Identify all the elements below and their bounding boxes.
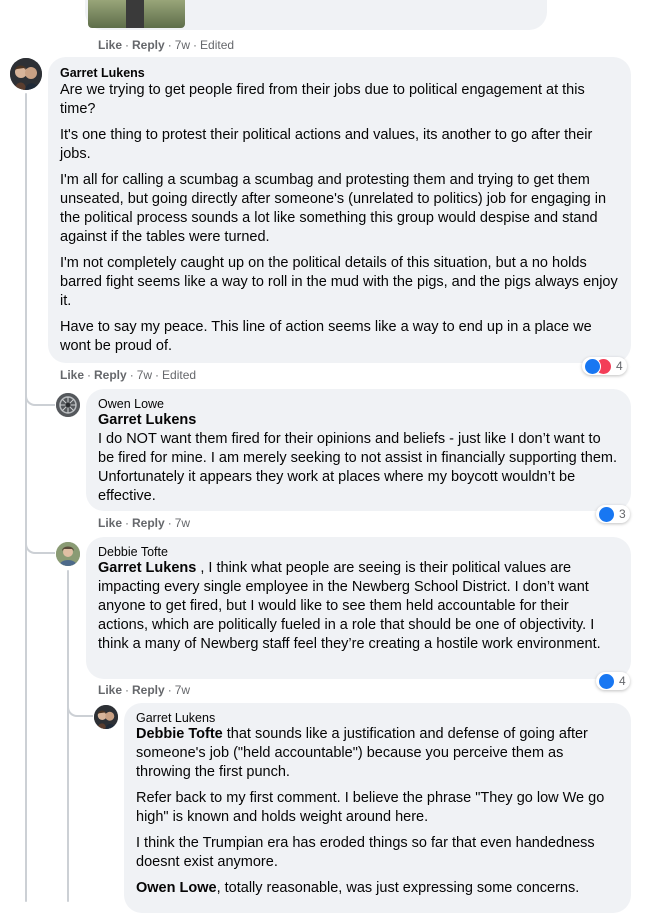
- timestamp[interactable]: 7w: [175, 38, 190, 52]
- comment-actions: Like · Reply · 7w: [98, 683, 191, 697]
- reaction-count: 4: [619, 674, 626, 688]
- reply-link[interactable]: Reply: [132, 683, 165, 697]
- comment-paragraph: I think the Trumpian era has eroded thin…: [136, 835, 595, 870]
- comment-author[interactable]: Garret Lukens: [136, 711, 619, 725]
- mention-link[interactable]: Garret Lukens: [98, 560, 196, 576]
- like-link[interactable]: Like: [98, 683, 122, 697]
- reactions-summary[interactable]: 3: [596, 505, 630, 523]
- mention-link[interactable]: Owen Lowe: [136, 880, 217, 896]
- comment-bubble-garret-2: Garret Lukens Debbie Tofte that sounds l…: [124, 703, 631, 913]
- comment-actions: Like · Reply · 7w: [98, 516, 191, 530]
- avatar-garret-lukens[interactable]: [10, 58, 42, 90]
- reactions-summary[interactable]: 4: [596, 672, 630, 690]
- comment-paragraph: Owen Lowe, totally reasonable, was just …: [136, 879, 619, 898]
- comment-paragraph: Have to say my peace. This line of actio…: [60, 319, 592, 354]
- comment-author[interactable]: Owen Lowe: [98, 397, 619, 411]
- thread-line-main: [25, 93, 27, 902]
- comment-paragraph: I'm all for calling a scumbag a scumbag …: [60, 172, 607, 245]
- comment-body: , totally reasonable, was just expressin…: [216, 880, 580, 896]
- comment-text: Garret Lukens I do NOT want them fired fo…: [98, 411, 619, 506]
- comment-paragraph: It's one thing to protest their politica…: [60, 127, 593, 162]
- mention-link[interactable]: Debbie Tofte: [136, 726, 223, 742]
- like-reaction-icon: [598, 672, 615, 690]
- comment-bubble-debbie: Debbie Tofte Garret Lukens , I think wha…: [86, 537, 631, 679]
- thread-line-branch-debbie: [25, 540, 55, 554]
- reactions-summary[interactable]: 4: [582, 357, 627, 375]
- like-link[interactable]: Like: [60, 368, 84, 382]
- comment-author[interactable]: Garret Lukens: [60, 66, 619, 80]
- reply-link[interactable]: Reply: [132, 516, 165, 530]
- edited-label: Edited: [162, 368, 197, 382]
- comment-author[interactable]: Debbie Tofte: [98, 545, 619, 559]
- timestamp[interactable]: 7w: [175, 516, 190, 530]
- previous-comment-image: [88, 0, 185, 28]
- comment-paragraph: I'm not completely caught up on the poli…: [60, 255, 618, 309]
- like-reaction-icon: [584, 357, 601, 375]
- thread-line-branch-garret-reply: [67, 703, 93, 717]
- avatar-garret-lukens-reply[interactable]: [94, 705, 118, 729]
- comment-bubble-garret-1: Garret Lukens Are we trying to get peopl…: [48, 57, 631, 363]
- comment-text: Garret Lukens , I think what people are …: [98, 559, 619, 654]
- comment-body: I do NOT want them fired for their opini…: [98, 431, 618, 504]
- comment-paragraph: Are we trying to get people fired from t…: [60, 82, 585, 117]
- like-reaction-icon: [598, 505, 615, 523]
- reply-link[interactable]: Reply: [132, 38, 165, 52]
- previous-comment-actions: Like · Reply · 7w · Edited: [98, 38, 235, 52]
- timestamp[interactable]: 7w: [175, 683, 190, 697]
- thread-line-branch-owen: [25, 392, 55, 406]
- edited-label: Edited: [200, 38, 235, 52]
- comment-paragraph: Refer back to my first comment. I believ…: [136, 790, 605, 825]
- reply-link[interactable]: Reply: [94, 368, 127, 382]
- comment-actions: Like · Reply · 7w · Edited: [60, 368, 197, 382]
- avatar-owen-lowe[interactable]: [56, 393, 80, 417]
- thread-line-debbie: [67, 570, 69, 902]
- reaction-count: 3: [619, 507, 626, 521]
- like-link[interactable]: Like: [98, 516, 122, 530]
- like-link[interactable]: Like: [98, 38, 122, 52]
- comment-paragraph: Debbie Tofte that sounds like a justific…: [136, 725, 619, 782]
- timestamp[interactable]: 7w: [137, 368, 152, 382]
- previous-comment-bubble: [85, 0, 547, 30]
- avatar-debbie-tofte[interactable]: [56, 542, 80, 566]
- reaction-count: 4: [616, 359, 623, 373]
- comment-bubble-owen: Owen Lowe Garret Lukens I do NOT want the…: [86, 389, 631, 511]
- mention-link[interactable]: Garret Lukens: [98, 412, 196, 428]
